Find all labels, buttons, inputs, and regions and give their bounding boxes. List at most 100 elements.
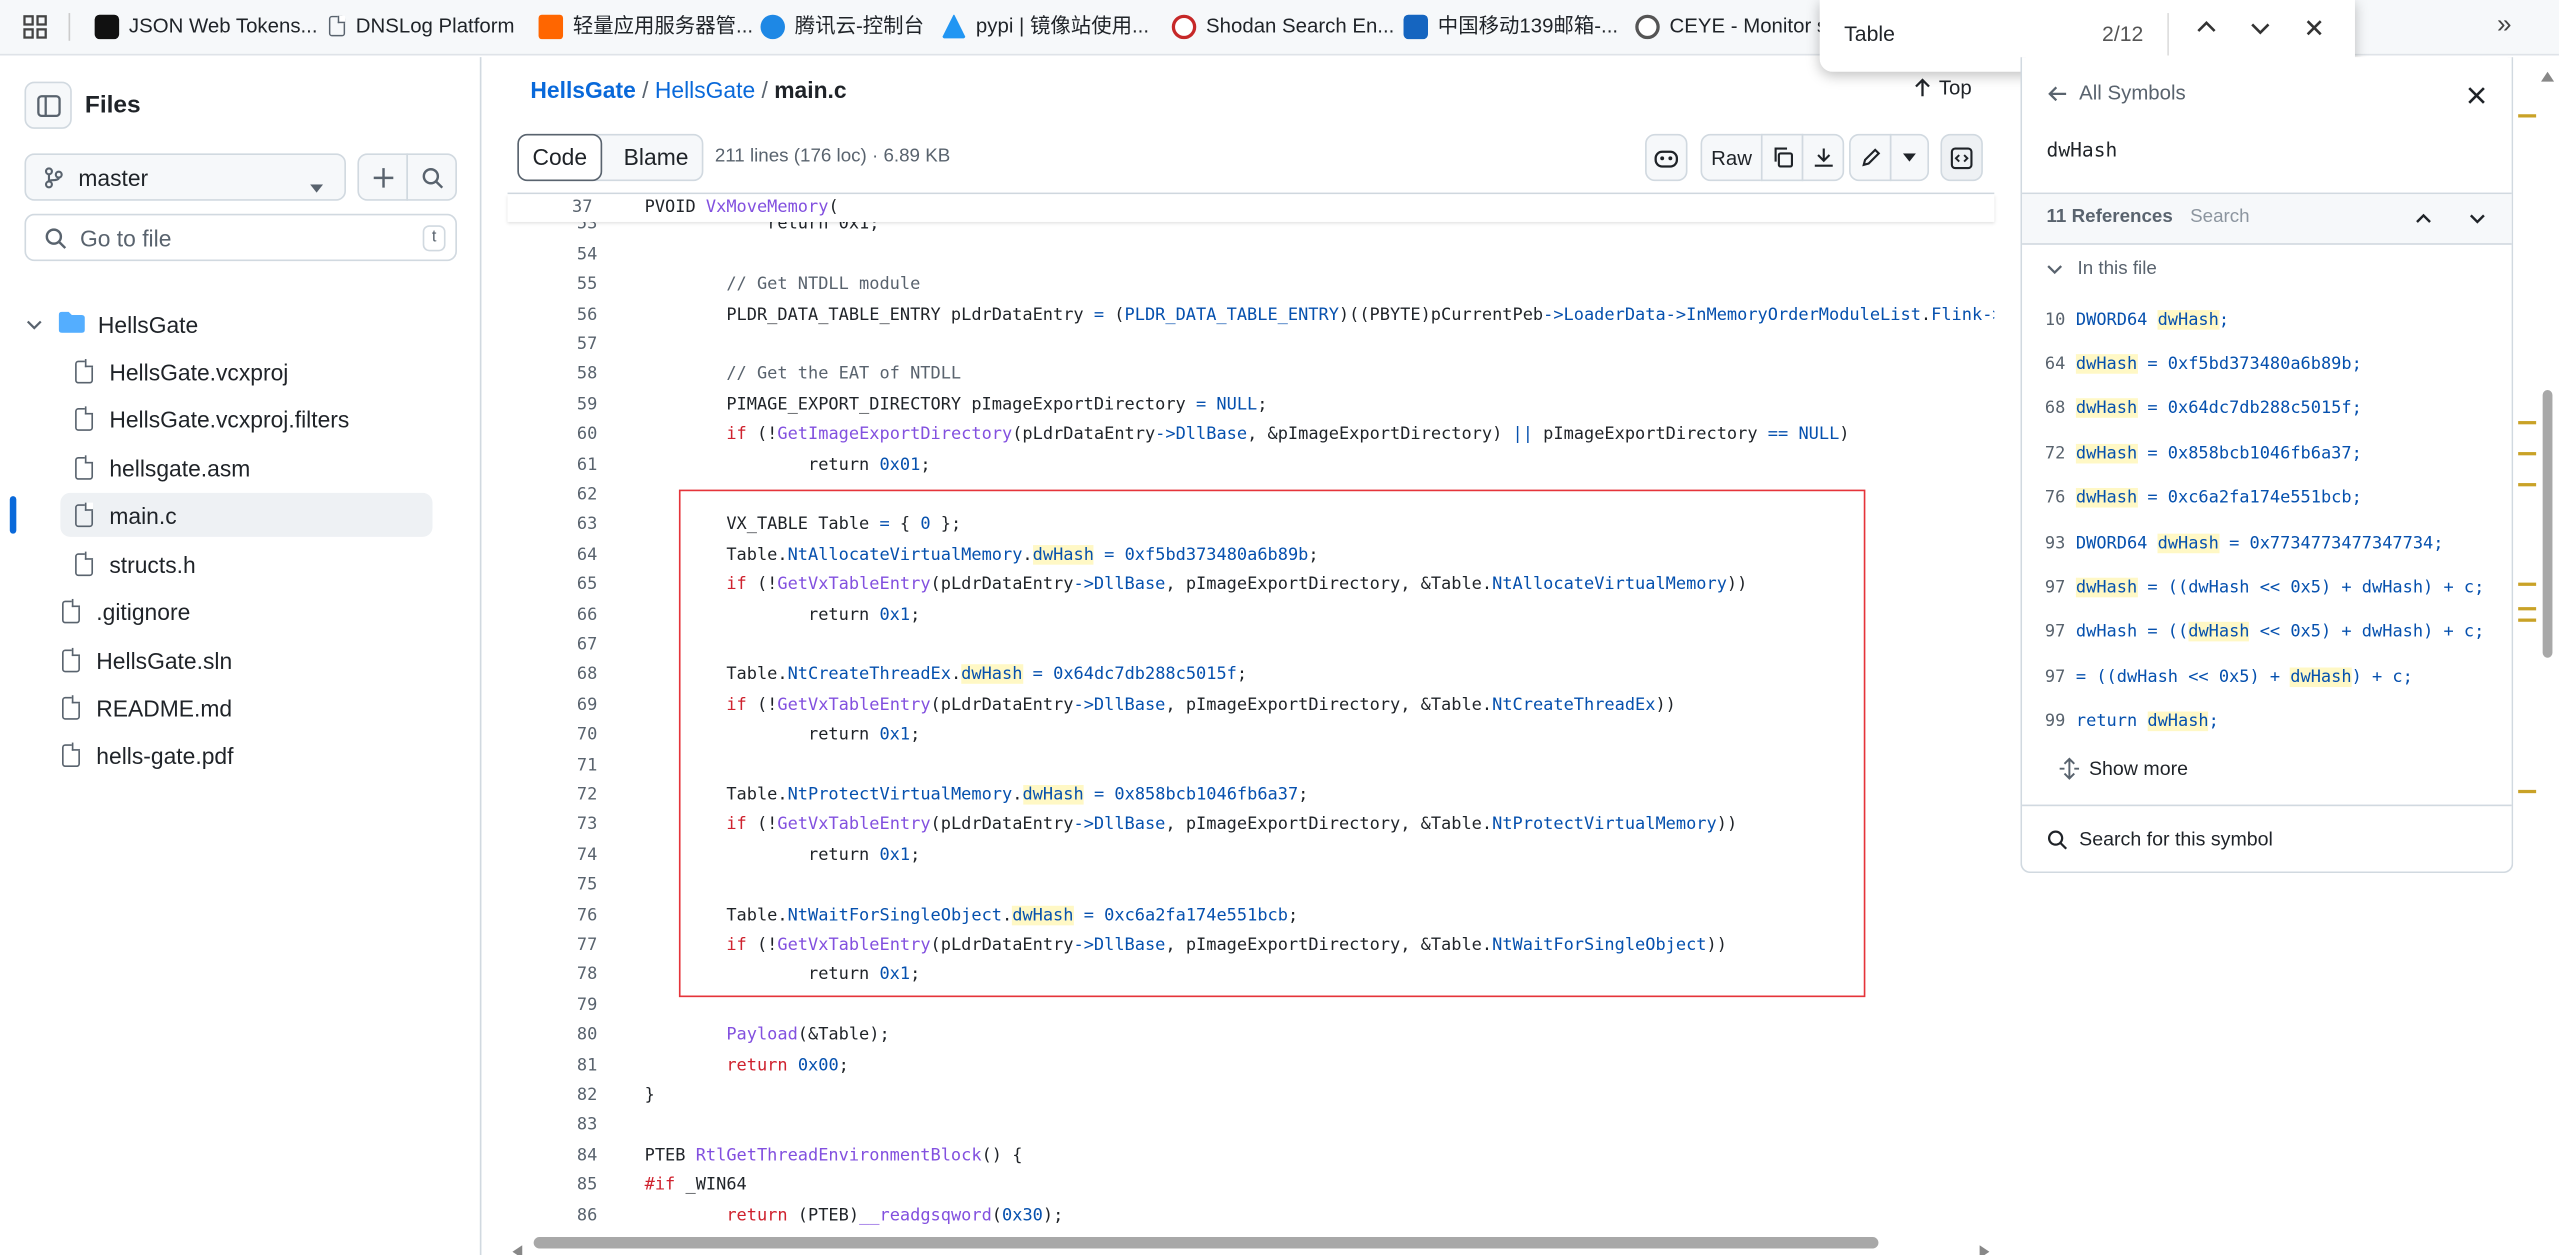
line-number[interactable]: 54: [508, 240, 597, 270]
line-number[interactable]: 84: [508, 1140, 597, 1170]
add-file-button[interactable]: [357, 153, 408, 201]
reference-item[interactable]: 99 return dwHash;: [2045, 705, 2219, 738]
line-number[interactable]: 56: [508, 300, 597, 330]
search-files-button[interactable]: [406, 153, 457, 201]
chevron-down-icon[interactable]: [26, 311, 42, 337]
bookmark-139mail[interactable]: 中国移动139邮箱-...: [1403, 0, 1618, 52]
line-number[interactable]: 55: [508, 270, 597, 300]
line-number[interactable]: 58: [508, 360, 597, 390]
horizontal-scrollbar[interactable]: [507, 1232, 1995, 1255]
bookmark-tencent-console[interactable]: 腾讯云-控制台: [760, 0, 924, 52]
line-number[interactable]: 83: [508, 1110, 597, 1140]
top-link[interactable]: Top: [1914, 77, 1972, 100]
line-number[interactable]: 61: [508, 450, 597, 480]
find-input[interactable]: Table: [1844, 21, 1895, 45]
reference-item[interactable]: 93 DWORD64 dwHash = 0x7734773477347734;: [2045, 526, 2443, 559]
line-number[interactable]: 63: [508, 510, 597, 540]
chevron-down-icon[interactable]: [2249, 16, 2272, 44]
line-number[interactable]: 67: [508, 630, 597, 660]
page-scroll-thumb[interactable]: [2542, 390, 2553, 658]
raw-button[interactable]: Raw: [1700, 133, 1763, 182]
line-number[interactable]: 66: [508, 600, 597, 630]
scroll-up-icon[interactable]: [2541, 62, 2555, 91]
line-number[interactable]: 69: [508, 690, 597, 720]
line-number[interactable]: 65: [508, 570, 597, 600]
line-number[interactable]: 71: [508, 750, 597, 780]
line-number[interactable]: 60: [508, 420, 597, 450]
line-number[interactable]: 77: [508, 930, 597, 960]
line-number[interactable]: 70: [508, 720, 597, 750]
tree-item[interactable]: HellsGate.vcxproj: [60, 349, 492, 393]
line-number[interactable]: 64: [508, 540, 597, 570]
scroll-thumb[interactable]: [533, 1237, 1879, 1249]
all-symbols-link[interactable]: All Symbols: [2048, 82, 2186, 104]
line-number[interactable]: 85: [508, 1170, 597, 1200]
line-number[interactable]: 72: [508, 780, 597, 810]
bookmark-pypi[interactable]: pypi | 镜像站使用...: [941, 0, 1149, 52]
more-bookmarks-icon[interactable]: »: [2497, 0, 2512, 52]
line-number[interactable]: 81: [508, 1050, 597, 1080]
in-this-file-toggle[interactable]: In this file: [2047, 259, 2157, 279]
line-number[interactable]: 78: [508, 960, 597, 990]
edit-menu-button[interactable]: [1889, 133, 1930, 182]
line-number[interactable]: 73: [508, 810, 597, 840]
bookmark-shodan[interactable]: Shodan Search En...: [1171, 0, 1394, 52]
tree-item[interactable]: .gitignore: [0, 589, 432, 633]
symbols-panel-button[interactable]: [1940, 133, 1983, 182]
reference-item[interactable]: 97 dwHash = ((dwHash << 0x5) + dwHash) + …: [2045, 571, 2484, 604]
tree-item[interactable]: hells-gate.pdf: [0, 733, 432, 777]
search-symbol-link[interactable]: Search for this symbol: [2047, 827, 2273, 850]
scroll-right-icon[interactable]: [1978, 1237, 1990, 1255]
line-number[interactable]: 68: [508, 660, 597, 690]
tree-item[interactable]: HellsGate.sln: [0, 638, 432, 682]
line-number[interactable]: 76: [508, 900, 597, 930]
reference-item[interactable]: 72 dwHash = 0x858bcb1046fb6a37;: [2045, 437, 2362, 470]
line-number[interactable]: 82: [508, 1080, 597, 1110]
tree-item[interactable]: structs.h: [60, 542, 492, 586]
tree-item[interactable]: HellsGate: [0, 302, 432, 346]
bookmark-dnslog[interactable]: DNSLog Platform: [328, 0, 515, 52]
download-button[interactable]: [1801, 133, 1845, 182]
go-to-file-input[interactable]: Go to file t: [24, 213, 457, 262]
copy-button[interactable]: [1760, 133, 1804, 182]
branch-selector[interactable]: master: [24, 153, 346, 201]
line-number[interactable]: 74: [508, 840, 597, 870]
bookmark-ceye[interactable]: CEYE - Monitor se: [1635, 0, 1838, 52]
collapse-sidebar-button[interactable]: [24, 81, 72, 129]
line-number[interactable]: 80: [508, 1020, 597, 1050]
references-search[interactable]: Search: [2190, 207, 2249, 227]
close-icon[interactable]: [2468, 83, 2486, 112]
chevron-up-icon[interactable]: [2414, 207, 2434, 236]
copilot-button[interactable]: [1645, 133, 1688, 182]
apps-icon[interactable]: [23, 0, 47, 52]
close-icon[interactable]: [2303, 16, 2326, 44]
bookmark-jwt[interactable]: JSON Web Tokens...: [94, 0, 318, 52]
chevron-up-icon[interactable]: [2195, 16, 2218, 44]
line-number[interactable]: 62: [508, 480, 597, 510]
show-more-button[interactable]: Show more: [2059, 757, 2188, 780]
bookmark-lighthouse[interactable]: 轻量应用服务器管...: [538, 0, 753, 52]
page-scrollbar[interactable]: [2536, 57, 2559, 1255]
tree-item[interactable]: HellsGate.vcxproj.filters: [60, 397, 492, 441]
reference-item[interactable]: 64 dwHash = 0xf5bd373480a6b89b;: [2045, 347, 2362, 380]
line-number[interactable]: 79: [508, 990, 597, 1020]
reference-item[interactable]: 97 = ((dwHash << 0x5) + dwHash) + c;: [2045, 660, 2413, 693]
reference-item[interactable]: 76 dwHash = 0xc6a2fa174e551bcb;: [2045, 482, 2362, 515]
chevron-down-icon[interactable]: [2468, 207, 2488, 236]
tree-item[interactable]: README.md: [0, 685, 432, 729]
scroll-left-icon[interactable]: [512, 1237, 523, 1255]
reference-item[interactable]: 97 dwHash = ((dwHash << 0x5) + dwHash) + …: [2045, 616, 2484, 649]
reference-item[interactable]: 68 dwHash = 0x64dc7db288c5015f;: [2045, 392, 2362, 425]
line-number[interactable]: 86: [508, 1200, 597, 1230]
line-number[interactable]: 75: [508, 870, 597, 900]
tab-code[interactable]: Code: [517, 133, 603, 182]
line-number[interactable]: 57: [508, 330, 597, 360]
breadcrumb-folder[interactable]: HellsGate: [655, 77, 755, 103]
tree-item[interactable]: main.c: [60, 492, 433, 537]
tab-blame[interactable]: Blame: [609, 134, 704, 181]
reference-item[interactable]: 10 DWORD64 dwHash;: [2045, 303, 2229, 336]
line-number[interactable]: 59: [508, 390, 597, 420]
edit-button[interactable]: [1849, 133, 1892, 182]
breadcrumb-repo[interactable]: HellsGate: [530, 77, 635, 103]
tree-item[interactable]: hellsgate.asm: [60, 446, 492, 490]
